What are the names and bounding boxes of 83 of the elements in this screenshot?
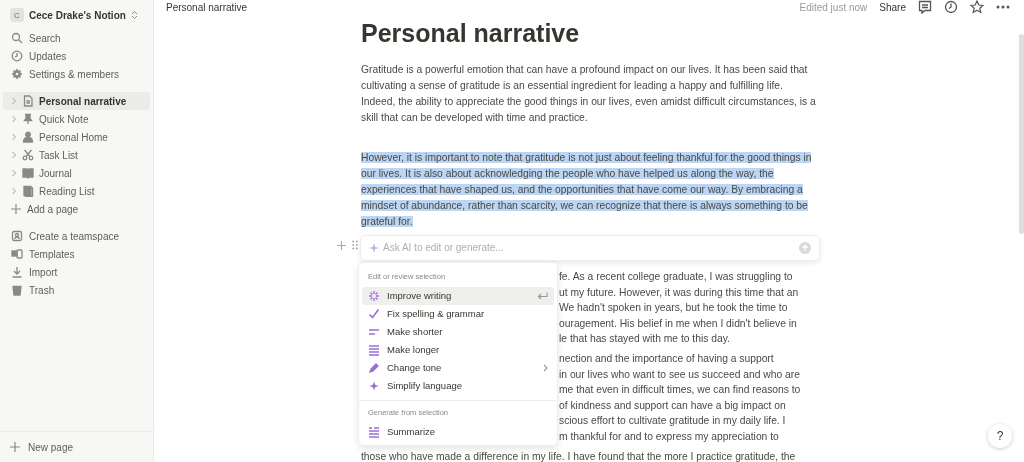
text-line: m thankful for and to express my appreciation to (559, 429, 780, 444)
drag-handle-icon[interactable] (352, 240, 358, 250)
sparkle-icon (368, 290, 380, 302)
teamspace-icon (11, 230, 23, 242)
help-button[interactable]: ? (988, 424, 1012, 448)
more-icon[interactable] (996, 5, 1010, 9)
menu-item[interactable]: Summarize (362, 423, 554, 441)
text-line: ut my future. However, it was during this time that an (559, 285, 800, 300)
plus-icon (11, 204, 21, 214)
menu-item[interactable]: Make shorter (362, 323, 554, 341)
search-icon (11, 32, 23, 44)
text-line: me that even in difficult times, we can find reasons to (559, 383, 802, 398)
menu-item[interactable]: Make longer (362, 341, 554, 359)
short-lines-icon (368, 326, 380, 338)
enter-icon (537, 292, 548, 300)
import-icon (11, 266, 23, 278)
workspace-name[interactable]: Cece Drake's Notion (29, 9, 126, 21)
new-page-button[interactable]: New page (0, 431, 153, 462)
caret-icon[interactable] (11, 151, 17, 159)
text-line: fe. As a recent college graduate, I was struggling to (559, 270, 794, 284)
history-icon[interactable] (944, 0, 958, 14)
text-line: those who have made a difference in my life. I have found that the more I practice gratitude, the (361, 449, 797, 462)
sidebar-item[interactable]: Templates (3, 245, 150, 263)
text-line: We hadn't spoken in years, but he took the time to (559, 301, 789, 316)
chevron-icon[interactable] (130, 10, 138, 20)
text-line: le that has stayed with me to this day. (559, 332, 731, 347)
trash-icon (11, 284, 23, 296)
text-line: scious effort to cultivate gratitude in my daily life. I (559, 414, 787, 429)
caret-icon[interactable] (11, 115, 17, 123)
ai-prompt-field[interactable]: Ask AI to edit or generate... (361, 236, 819, 260)
list-icon (368, 426, 380, 438)
long-lines-icon (368, 344, 380, 356)
scissors-icon (22, 149, 34, 161)
menu-item[interactable]: Simplify language (362, 377, 554, 395)
menu-item[interactable]: Fix spelling & grammar (362, 305, 554, 323)
text-line: of kindness and support can have a big impact on (559, 398, 787, 413)
sparkle-icon (369, 243, 379, 253)
page-link[interactable]: Quick Note (3, 110, 150, 128)
paragraph: Gratitude is a powerful emotion that can have a profound impact on our lives. It has been said that cultivating a sense of gratitude is an essential ingredient for leading a happy and fulfilling life. Indeed, the ability to appreciate the good things in our lives, even amidst difficult circumstances, is a skill that can be developed with time and practice. (361, 63, 817, 125)
sidebar-item[interactable]: Search (3, 29, 150, 47)
text-line: nection and the importance of having a support (559, 351, 775, 366)
workspace-initial: C (10, 8, 24, 22)
sparkle-icon (368, 380, 380, 392)
breadcrumb[interactable]: Personal narrative (166, 1, 248, 13)
page-link[interactable]: Reading List (3, 182, 150, 200)
submit-icon[interactable] (799, 242, 811, 254)
share-button[interactable]: Share (879, 1, 906, 13)
text-line: in our lives who want to see us succeed and who are (559, 367, 801, 382)
sidebar-item[interactable]: Settings & members (3, 65, 150, 83)
plus-icon (10, 442, 20, 452)
settings-icon (11, 68, 23, 80)
page-title: Personal narrative (361, 18, 581, 48)
text-line: ouragement. His belief in me when I didn't believe in (559, 316, 798, 331)
book-icon (22, 167, 34, 179)
checkmark-icon (368, 308, 380, 320)
plus-icon[interactable] (337, 240, 346, 250)
sidebar-item[interactable]: Create a teamspace (3, 227, 150, 245)
caret-icon[interactable] (11, 169, 17, 177)
clock-icon (11, 50, 23, 62)
templates-icon (11, 248, 23, 260)
sidebar-item[interactable]: Import (3, 263, 150, 281)
page-link[interactable]: Personal narrative (3, 92, 150, 110)
menu-item[interactable]: Change tone (362, 359, 554, 377)
page-link[interactable]: Task List (3, 146, 150, 164)
person-icon (22, 131, 34, 143)
edited-status: Edited just now (799, 1, 868, 13)
comment-icon[interactable] (918, 0, 932, 14)
star-icon[interactable] (970, 0, 984, 14)
paragraph: However, it is important to note that gratitude is not just about feeling thankful for the good things in our lives. It is also about acknowledging the people who have helped us along the way, the experiences that have shaped us, and the opportunities that have come our way. By embracing a mindset of abundance, rather than scarcity, we can recognize that there is always something to be grateful for. (361, 151, 813, 229)
caret-icon[interactable] (11, 97, 17, 105)
document-icon (22, 95, 34, 107)
books-icon (22, 185, 34, 197)
page-link[interactable]: Personal Home (3, 128, 150, 146)
sidebar-item[interactable]: Updates (3, 47, 150, 65)
page-link[interactable]: Journal (3, 164, 150, 182)
pin-icon (22, 113, 34, 125)
caret-icon[interactable] (11, 133, 17, 141)
sidebar-item[interactable]: Trash (3, 281, 150, 299)
add-page-link[interactable]: Add a page (3, 200, 150, 218)
menu-item[interactable]: Improve writing (362, 287, 554, 305)
caret-icon[interactable] (11, 187, 17, 195)
pen-icon (368, 362, 380, 374)
scrollbar[interactable] (1019, 34, 1024, 234)
